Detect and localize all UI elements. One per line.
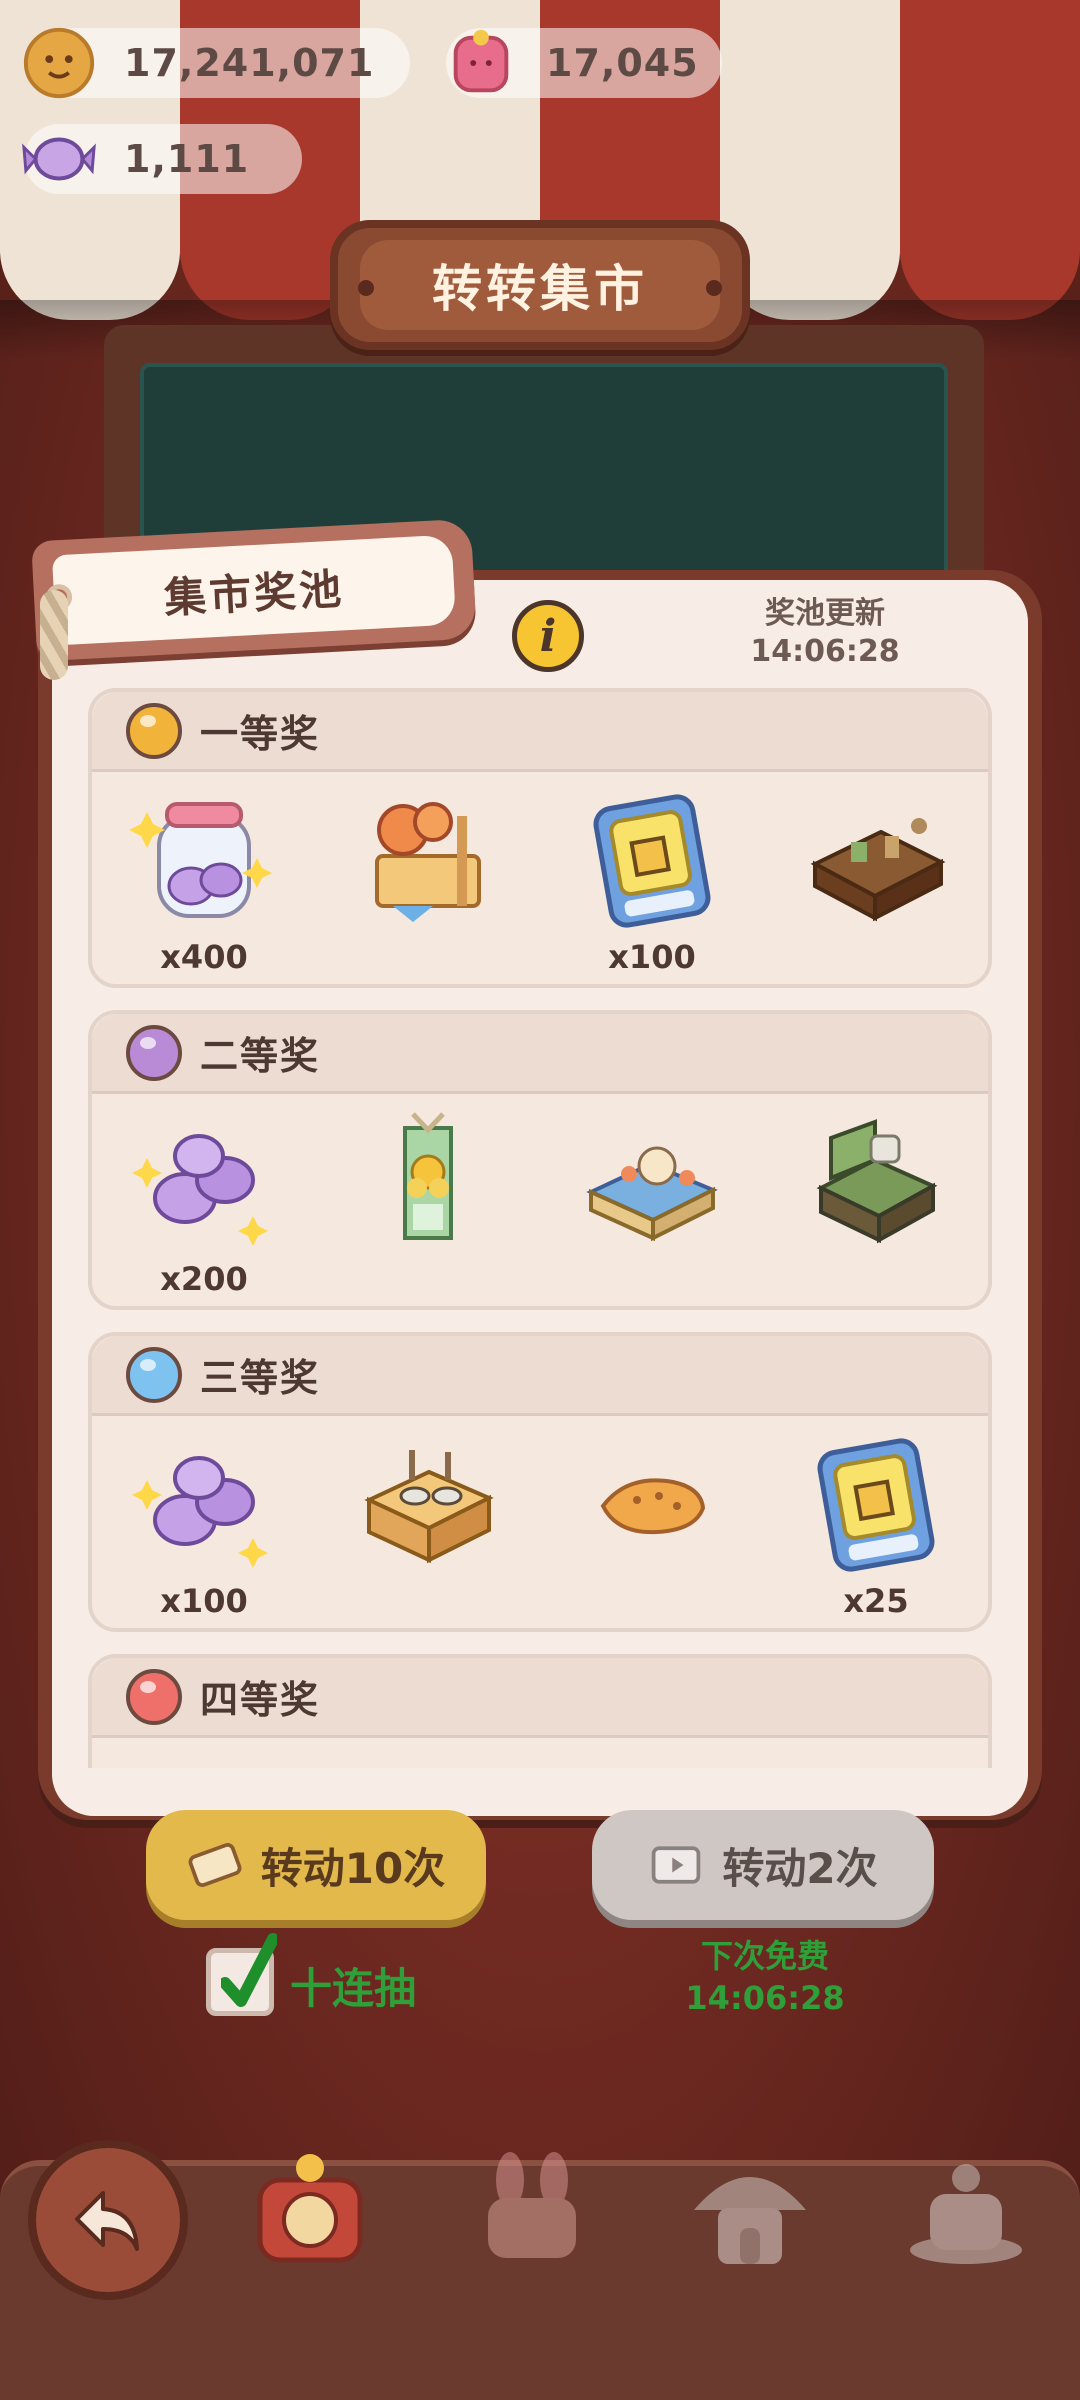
prize-quantity: x100	[160, 1582, 248, 1620]
tier-title: 一等奖	[200, 712, 321, 756]
prize-item[interactable]	[764, 1098, 988, 1306]
fish-cake-icon	[600, 1478, 706, 1535]
flower-banner-icon	[403, 1112, 453, 1240]
prize-item[interactable]: x200	[92, 1098, 316, 1306]
fist-card-icon	[593, 794, 711, 928]
prize-item[interactable]: x25	[764, 1420, 988, 1628]
next-free: 下次免费 14:06:28	[630, 1935, 900, 2019]
ticket-icon	[188, 1843, 242, 1887]
prize-item[interactable]	[316, 1098, 540, 1306]
tier-items: x100 x25	[92, 1420, 988, 1628]
pool-refresh: 奖池更新 14:06:28	[720, 595, 930, 671]
lucky-market-nav-icon[interactable]	[240, 2140, 380, 2280]
armchair-icon	[816, 1119, 938, 1244]
pool-refresh-time: 14:06:28	[750, 634, 900, 669]
gem-count: 17,045	[546, 41, 699, 85]
spin-2-label: 转动2次	[722, 1843, 878, 1893]
workbench-icon	[810, 818, 946, 922]
prize-tier-header: 二等奖	[92, 1014, 988, 1094]
candy-count: 1,111	[124, 137, 250, 181]
candy-icon	[22, 137, 96, 181]
next-free-time: 14:06:28	[685, 1979, 845, 2017]
prize-pool-tag: 集市奖池	[31, 518, 477, 662]
cat-table-icon	[586, 1146, 718, 1242]
tier-items: x200	[92, 1098, 988, 1306]
prize-quantity: x25	[843, 1582, 909, 1620]
page-title: 转转集市	[432, 260, 648, 318]
prize-tier: 二等奖 x200	[88, 1010, 992, 1310]
gem-currency[interactable]: 17,045	[446, 28, 722, 98]
prize-item[interactable]: x400	[92, 776, 316, 984]
market-stall-icon	[375, 802, 481, 922]
prize-item[interactable]	[764, 776, 988, 984]
candy-currency[interactable]: 1,111	[22, 124, 302, 194]
prize-item[interactable]	[540, 1420, 764, 1628]
title-plaque: 转转集市	[330, 220, 750, 350]
tier-items	[92, 1742, 988, 1768]
tier-title: 四等奖	[200, 1678, 321, 1722]
prize-tier-header: 一等奖	[92, 692, 988, 772]
prize-tier-list[interactable]: 一等奖 x400 x100 二等奖 x200 三等奖 x100 x25 四等奖	[88, 688, 992, 1768]
back-arrow-icon	[75, 2191, 139, 2251]
candy-jar-icon	[129, 802, 272, 918]
tier-title: 二等奖	[200, 1034, 321, 1078]
prize-tier: 三等奖 x100 x25	[88, 1332, 992, 1632]
bunny-shop-nav-icon[interactable]	[462, 2140, 602, 2280]
prize-tier: 四等奖	[88, 1654, 992, 1768]
back-button[interactable]	[28, 2140, 188, 2300]
candy-bundle-icon	[132, 1456, 268, 1568]
video-icon	[652, 1846, 701, 1884]
spin-10-button[interactable]: 转动10次	[146, 1810, 486, 1920]
cookie-currency[interactable]: 17,241,071	[23, 27, 410, 99]
mushroom-house-nav-icon[interactable]	[680, 2140, 820, 2280]
spin-2-button[interactable]: 转动2次	[592, 1810, 934, 1920]
ten-pull-label: 十连抽	[290, 1964, 417, 2013]
cookie-count: 17,241,071	[124, 41, 375, 85]
checkmark-icon	[221, 1933, 277, 2007]
tier-items: x400 x100	[92, 776, 988, 984]
fist-card-icon	[817, 1438, 935, 1572]
prize-tier-header: 四等奖	[92, 1658, 988, 1738]
prize-tier: 一等奖 x400 x100	[88, 688, 992, 988]
cooking-pot-nav-icon[interactable]	[896, 2140, 1036, 2280]
cooking-stove-icon	[364, 1450, 494, 1564]
info-button[interactable]: i	[512, 600, 584, 672]
prize-quantity: x100	[608, 938, 696, 976]
tier-ball-icon	[126, 1024, 182, 1081]
prize-item[interactable]: x100	[92, 1420, 316, 1628]
tier-ball-icon	[126, 1668, 182, 1725]
candy-bundle-icon	[132, 1134, 268, 1246]
tier-ball-icon	[126, 1346, 182, 1403]
tier-ball-icon	[126, 702, 182, 759]
jelly-gem-icon	[453, 29, 509, 93]
prize-quantity: x400	[160, 938, 248, 976]
spin-10-label: 转动10次	[260, 1843, 446, 1893]
cookie-icon	[23, 27, 95, 99]
tier-title: 三等奖	[200, 1356, 321, 1400]
prize-pool-title: 集市奖池	[162, 563, 346, 623]
prize-item[interactable]	[540, 1098, 764, 1306]
prize-item[interactable]: x100	[540, 776, 764, 984]
prize-item[interactable]	[316, 776, 540, 984]
pool-refresh-label: 奖池更新	[765, 596, 885, 631]
prize-tier-header: 三等奖	[92, 1336, 988, 1416]
prize-item[interactable]	[316, 1420, 540, 1628]
tag-rope	[40, 590, 68, 680]
ten-pull-checkbox[interactable]	[206, 1933, 277, 2016]
prize-quantity: x200	[160, 1260, 248, 1298]
next-free-label: 下次免费	[700, 1937, 829, 1975]
